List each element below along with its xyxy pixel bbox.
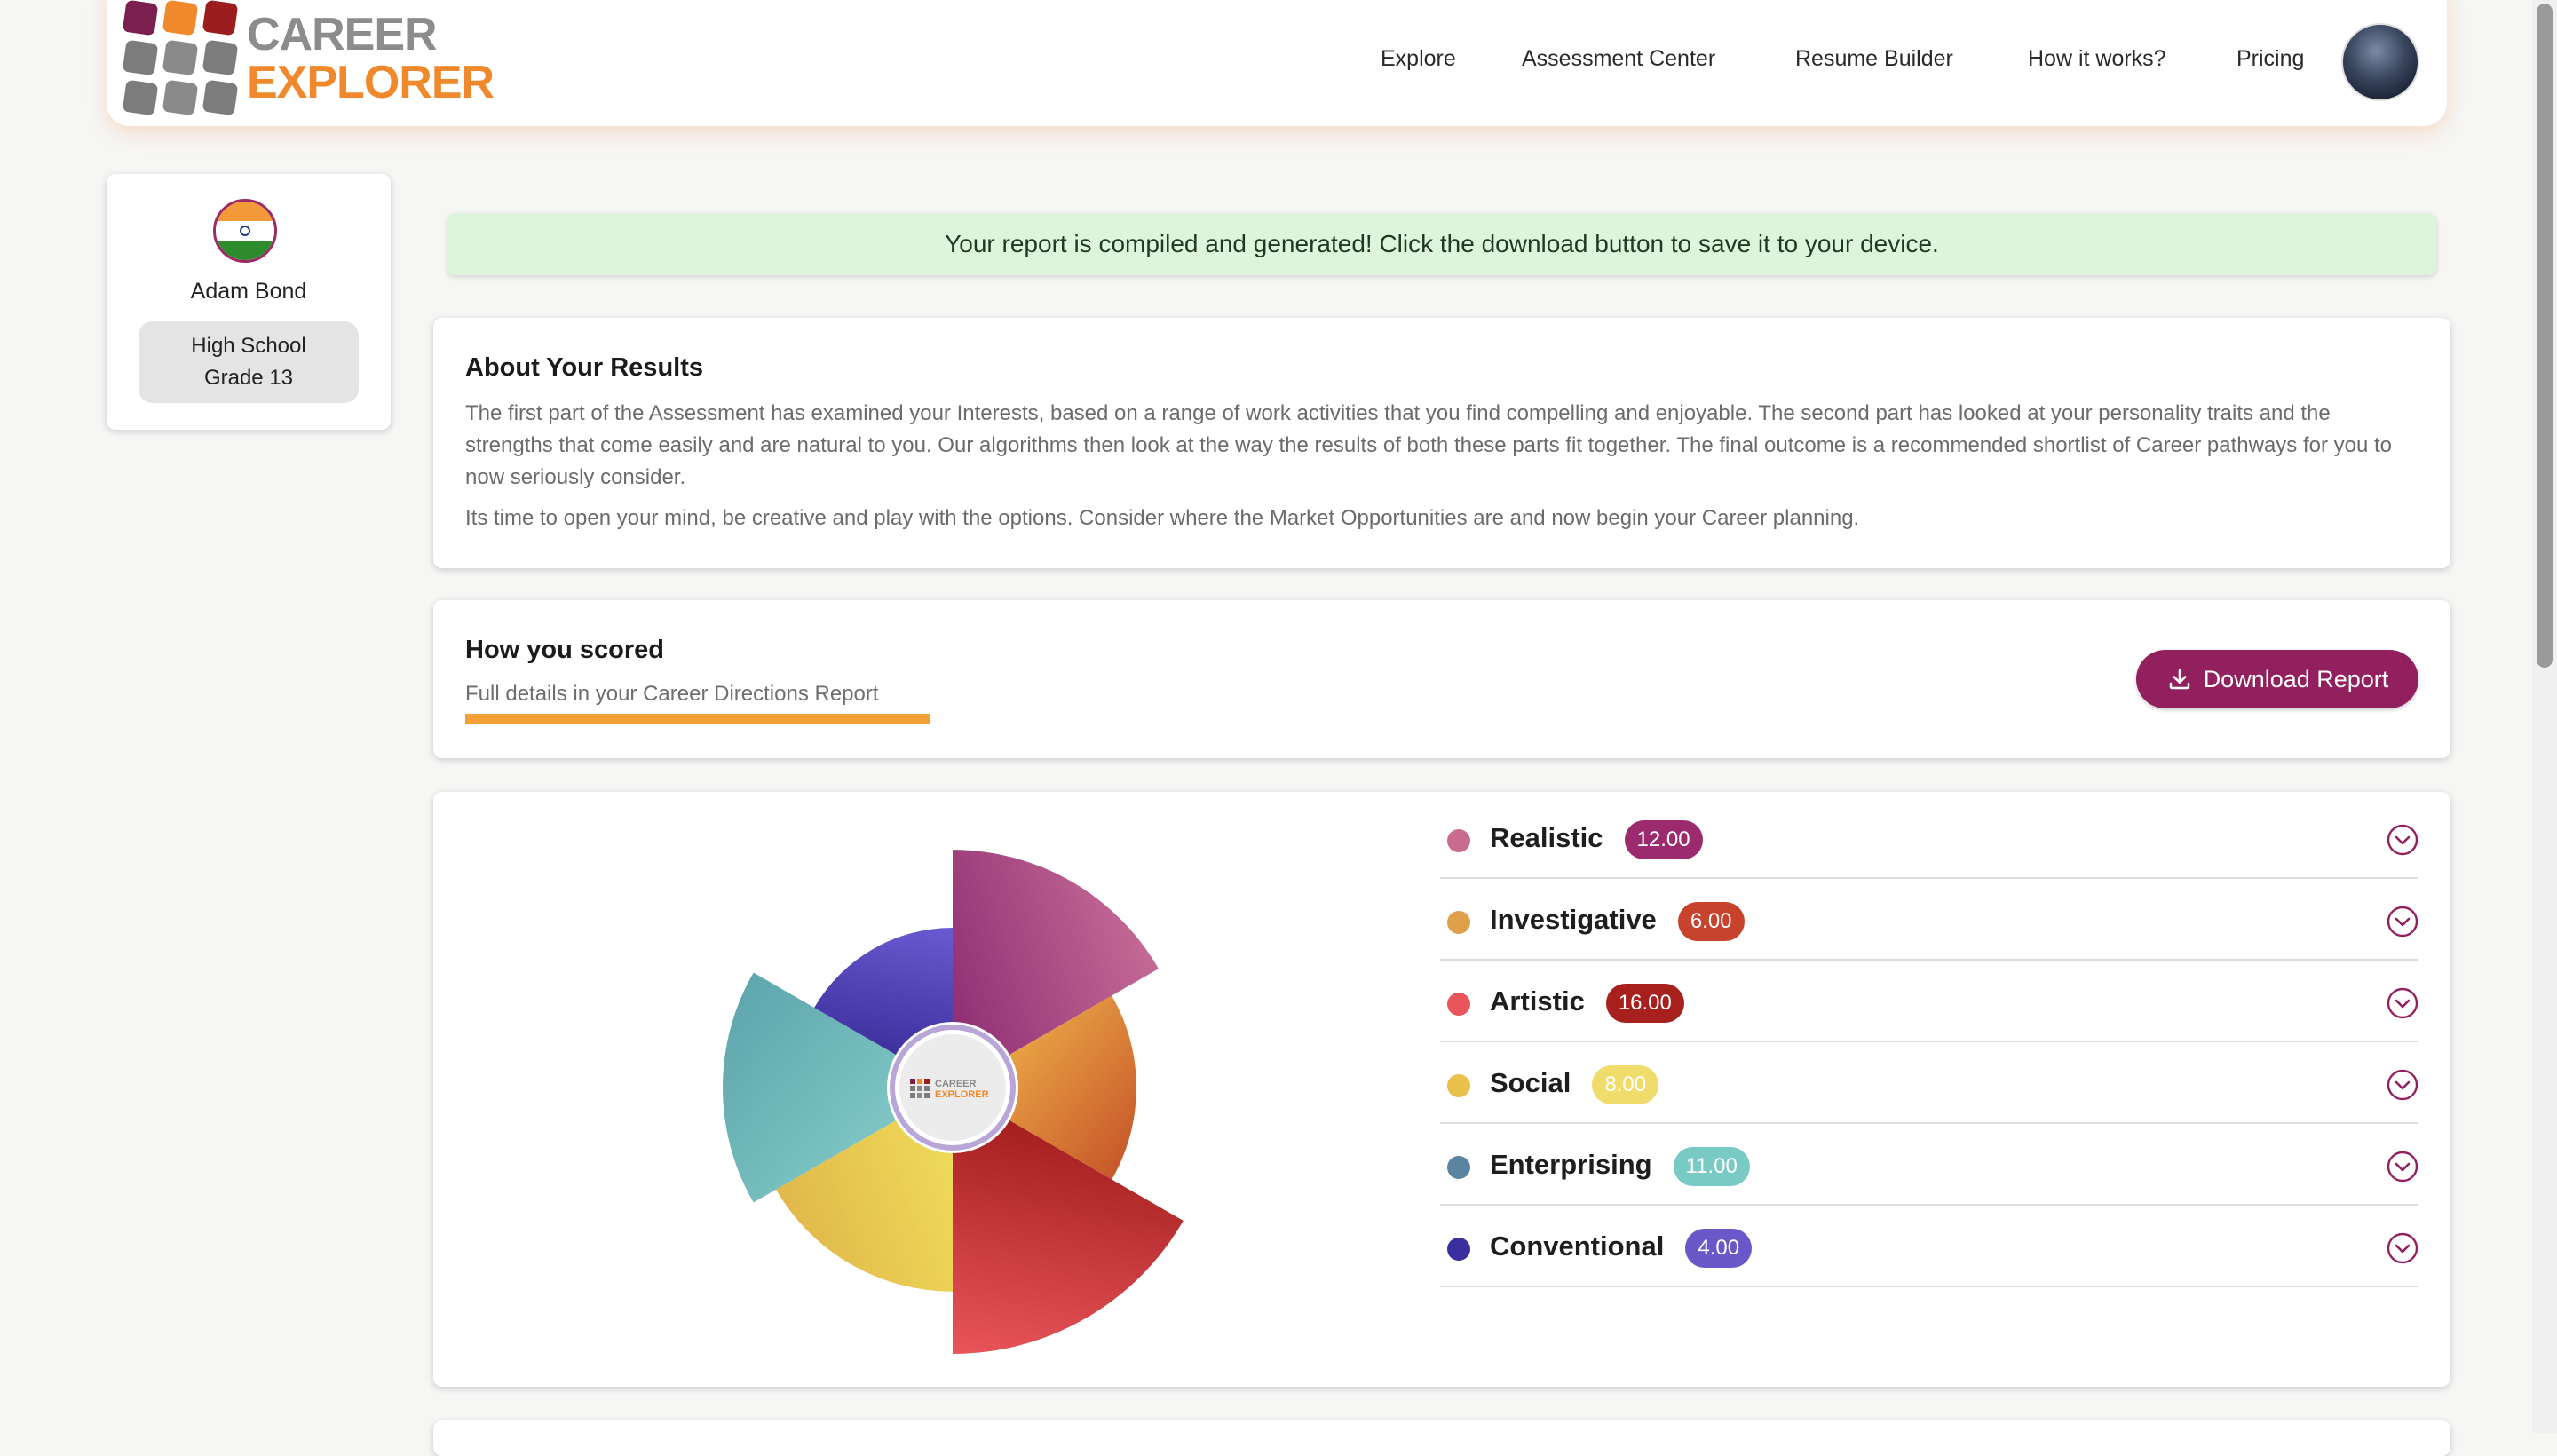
logo-line-2: EXPLORER [247, 57, 495, 108]
score-badge: 8.00 [1592, 1065, 1659, 1104]
nav-resume-builder[interactable]: Resume Builder [1795, 46, 1953, 72]
score-badge: 4.00 [1685, 1229, 1753, 1268]
center-logo-line-1: CAREER [935, 1079, 977, 1089]
career-explorer-logo[interactable]: CAREER EXPLORER [122, 0, 497, 116]
center-logo-tile [917, 1093, 922, 1098]
chevron-down-icon[interactable] [2387, 1232, 2418, 1264]
center-logo-line-2: EXPLORER [935, 1089, 989, 1100]
legend-row-enterprising[interactable]: Enterprising 11.00 [1440, 1122, 2418, 1206]
profile-card: Adam Bond High School Grade 13 [107, 174, 391, 430]
logo-tile [122, 79, 159, 116]
logo-tile [122, 39, 159, 76]
how-you-scored-card: How you scored Full details in your Care… [433, 600, 2450, 758]
profile-name: Adam Bond [190, 279, 307, 304]
grade-number: Grade 13 [203, 366, 294, 390]
next-section-card [433, 1420, 2450, 1456]
score-chart-card: CAREER EXPLORER Realistic 12.00 Investigati… [433, 792, 2450, 1387]
center-logo-tile [924, 1093, 930, 1098]
nav-how-it-works[interactable]: How it works? [2028, 46, 2166, 72]
logo-wordmark: CAREER EXPLORER [247, 9, 495, 108]
center-logo-tile [910, 1093, 915, 1098]
logo-tile [162, 39, 199, 76]
nav-explore[interactable]: Explore [1381, 46, 1456, 72]
score-badge: 11.00 [1673, 1147, 1750, 1186]
grade-badge: High School Grade 13 [139, 321, 359, 403]
legend-label: Artistic [1490, 985, 1585, 1017]
subtitle-underline [465, 714, 930, 724]
scrollbar-thumb[interactable] [2537, 4, 2553, 668]
legend-label: Investigative [1490, 904, 1657, 935]
download-icon [2169, 669, 2189, 690]
about-paragraph-2: Its time to open your mind, be creative … [465, 506, 1860, 530]
logo-tile [202, 79, 239, 116]
score-badge: 12.00 [1624, 820, 1703, 859]
nav-assessment-center[interactable]: Assessment Center [1522, 46, 1715, 72]
legend-row-social[interactable]: Social 8.00 [1440, 1041, 2418, 1124]
chevron-down-icon[interactable] [2387, 824, 2418, 856]
logo-tile [122, 0, 159, 36]
polar-area-chart: CAREEREXPLORER [723, 850, 1184, 1354]
logo-tile [162, 79, 199, 116]
about-title: About Your Results [465, 353, 703, 382]
legend-label: Conventional [1490, 1230, 1665, 1262]
center-logo-tile [917, 1079, 922, 1084]
logo-mark-icon [122, 0, 239, 116]
legend-dot [1447, 1074, 1470, 1097]
logo-tile [162, 0, 199, 36]
legend-label: Social [1490, 1067, 1571, 1098]
score-badge: 16.00 [1605, 984, 1684, 1023]
legend-dot [1447, 1156, 1470, 1179]
center-logo-tile [910, 1079, 915, 1084]
center-logo-tile [924, 1079, 930, 1084]
legend-label: Realistic [1490, 822, 1603, 853]
logo-tile [202, 0, 239, 36]
legend-dot [1447, 1238, 1470, 1261]
center-logo-tile [924, 1086, 930, 1091]
scored-subtitle: Full details in your Career Directions R… [465, 682, 879, 706]
scored-title: How you scored [465, 636, 664, 664]
legend-row-conventional[interactable]: Conventional 4.00 [1440, 1204, 2418, 1287]
center-logo-tile [917, 1086, 922, 1091]
app-root: CAREER EXPLORER Explore Assessment Cente… [0, 0, 2557, 1456]
legend-dot [1447, 829, 1470, 852]
legend-row-realistic[interactable]: Realistic 12.00 [1440, 795, 2418, 879]
download-report-label: Download Report [2203, 665, 2389, 692]
chevron-down-icon[interactable] [2387, 1151, 2418, 1183]
logo-line-1: CAREER [247, 9, 438, 60]
chevron-down-icon[interactable] [2387, 1069, 2418, 1101]
legend-row-investigative[interactable]: Investigative 6.00 [1440, 877, 2418, 961]
top-navbar: CAREER EXPLORER Explore Assessment Cente… [107, 0, 2447, 126]
report-ready-banner: Your report is compiled and generated! C… [447, 213, 2436, 275]
about-paragraph-1: The first part of the Assessment has exa… [465, 401, 2393, 489]
legend-dot [1447, 993, 1470, 1016]
about-results-card: About Your Results The first part of the… [433, 318, 2450, 568]
grade-level: High School [191, 334, 306, 358]
legend-row-artistic[interactable]: Artistic 16.00 [1440, 959, 2418, 1042]
user-avatar[interactable] [2341, 23, 2419, 101]
center-logo-tile [910, 1086, 915, 1091]
legend-dot [1447, 911, 1470, 934]
chevron-down-icon[interactable] [2387, 987, 2418, 1019]
chevron-down-icon[interactable] [2387, 906, 2418, 938]
nav-pricing[interactable]: Pricing [2236, 46, 2304, 72]
download-report-button[interactable]: Download Report [2136, 650, 2418, 708]
page-scrollbar[interactable] [2532, 0, 2557, 1433]
legend-label: Enterprising [1490, 1149, 1652, 1180]
india-flag-icon [213, 199, 277, 263]
logo-tile [202, 39, 239, 76]
score-badge: 6.00 [1677, 902, 1745, 941]
